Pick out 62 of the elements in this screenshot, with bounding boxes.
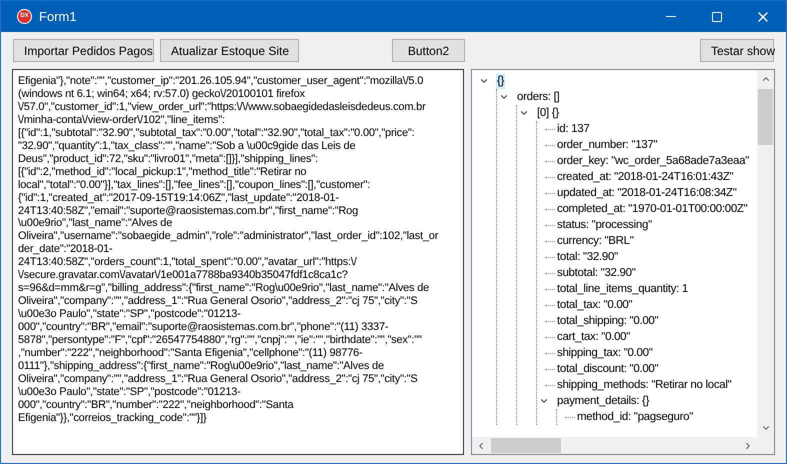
tree-node-label[interactable]: status: "processing" [556, 218, 653, 232]
text-line: 24T13:40:58Z","orders_count":1,"total_spent":"0.00","avatar_url":"https:\/ [18, 256, 358, 270]
text-line: Oliveira","username":"sobaegide_admin","role":"administrator","last_order_id":102,"last_or [18, 230, 440, 244]
tree-node-label[interactable]: orders: [] [516, 90, 560, 104]
tree-node-label[interactable]: total: "32.90" [556, 250, 619, 264]
text-line: 000","country":"BR","number":"222","neighborhood":"Santa [18, 398, 295, 412]
text-line: [{"id":2,"method_id":"local_pickup:1","method_title":"Retirar no [18, 166, 308, 179]
text-line: Efigenia"},"note":"","customer_ip":"201.26.105.94","customer_user_agent":"mozilla\/5.0 [18, 75, 424, 88]
text-line: 0111"},"shipping_address":{"first_name":"Rog\u00e9rio","last_name":"Alves de [18, 360, 385, 373]
text-line: Oliveira","company":"","address_1":"Rua General Osorio","address_2":"cj 75","city":"S [18, 295, 418, 308]
tree-node-label[interactable]: total_line_items_quantity: 1 [556, 282, 689, 296]
toolbar-button[interactable]: Importar Pedidos Pagos [13, 39, 154, 62]
toolbar-button[interactable]: Atualizar Estoque Site [160, 39, 299, 62]
text-line: \u00e9rio","last_name":"Alves de [18, 217, 174, 230]
tree-node-label[interactable]: total_discount: "0.00" [556, 362, 660, 376]
text-line: (windows nt 6.1; win64; x64; rv:57.0) gecko\/20100101 firefox [18, 88, 306, 101]
tree-node-label[interactable]: total_tax: "0.00" [556, 298, 634, 312]
text-line: 24T13:40:58Z","email":"suporte@raosistemas.com.br","first_name":"Rog [18, 204, 360, 218]
json-text-area[interactable] [12, 69, 464, 455]
text-line: \/57.0","customer_id":1,"view_order_url":"https:\/\/www.sobaegidedasleisdedeus.com.br [18, 100, 427, 114]
text-line: 5878","persontype":"F","cpf":"26547754880","rg":"","cnpj":"","ie":"","birthdate":"","sex":"" [18, 334, 423, 348]
tree-node-label[interactable]: updated_at: "2018-01-24T16:08:34Z" [556, 186, 738, 200]
text-line: 000","country":"BR","email":"suporte@raosistemas.com.br","phone":"(11) 3337- [18, 321, 390, 334]
text-line: \u00e3o Paulo","state":"SP","postcode":"01213- [18, 308, 242, 322]
text-line: ,"number":"222","neighborhood":"Santa Efigenia","cellphone":"(11) 98776- [18, 347, 364, 360]
maximize-icon [711, 10, 723, 22]
text-line: [{"id":1,"subtotal":"32.90","subtotal_tax":"0.00","total":"32.90","total_tax":"0.00","price": [18, 126, 416, 140]
text-line: s=96&d=mm&r=g","billing_address":{"first_name":"Rog\u00e9rio","last_name":"Alves de [18, 282, 430, 296]
tree-node-label[interactable]: payment_details: {} [556, 394, 650, 408]
tree-node-label[interactable]: total_shipping: "0.00" [556, 314, 660, 328]
vertical-scrollbar[interactable] [757, 70, 774, 437]
tree-node-label[interactable]: shipping_methods: "Retirar no local" [556, 378, 732, 392]
text-line: \/secure.gravatar.com\/avatar\/1e001a7788ba9340b35047fdf1c8ca1c? [18, 269, 349, 282]
tree-node-label[interactable]: subtotal: "32.90" [556, 266, 637, 280]
text-line: Deus","product_id":72,"sku":"livro01","meta":[]}],"shipping_lines": [18, 152, 319, 166]
tree-node-label[interactable]: created_at: "2018-01-24T16:01:43Z" [556, 170, 734, 184]
toolbar-button[interactable]: Button2 [392, 39, 465, 62]
tree-node-label[interactable]: method_id: "pagseguro" [576, 410, 694, 424]
tree-node-label[interactable]: order_number: "137" [556, 138, 658, 152]
scroll-thumb[interactable] [758, 89, 773, 145]
tree-node-label[interactable]: currency: "BRL" [556, 234, 635, 248]
tree-node-label[interactable]: cart_tax: "0.00" [556, 330, 632, 344]
text-line: \u00e3o Paulo","state":"SP","postcode":"01213- [18, 386, 242, 399]
minimize-icon [666, 16, 676, 17]
tree-node-label[interactable]: completed_at: "1970-01-01T00:00:00Z" [556, 202, 748, 216]
text-line: Oliveira","company":"","address_1":"Rua General Osorio","address_2":"cj 75","city":"S [18, 372, 418, 386]
scroll-thumb[interactable] [491, 438, 561, 453]
tree-node-label[interactable]: shipping_tax: "0.00" [556, 346, 654, 360]
tree-node-label[interactable]: [0] {} [536, 106, 560, 120]
text-line: local","total":"0.00"}],"tax_lines":[],"fee_lines":[],"coupon_lines":[],"customer": [18, 178, 372, 192]
text-line: der_date":"2018-01- [18, 243, 114, 256]
text-line: \/minha-conta\/view-order\/102","line_items": [18, 114, 226, 127]
tree-view[interactable] [471, 69, 775, 455]
text-line: Efigenia"}},"correios_tracking_code":""}]} [18, 412, 208, 425]
toolbar-button[interactable]: Testar show [700, 39, 774, 62]
horizontal-scrollbar[interactable] [472, 437, 757, 454]
text-line: {"id":1,"created_at":"2017-09-15T19:14:06Z","last_update":"2018-01- [18, 192, 340, 205]
tree-node-label[interactable]: id: 137 [556, 122, 590, 136]
tree-node-label[interactable]: order_key: "wc_order_5a68ade7a3eaa" [556, 154, 750, 168]
window-title: Form1 [39, 8, 77, 26]
text-line: "32.90","quantity":1,"tax_class":"","name":"Sob a \u00c9gide das Leis de [18, 140, 356, 153]
tree-node-label[interactable]: {} [496, 74, 506, 88]
